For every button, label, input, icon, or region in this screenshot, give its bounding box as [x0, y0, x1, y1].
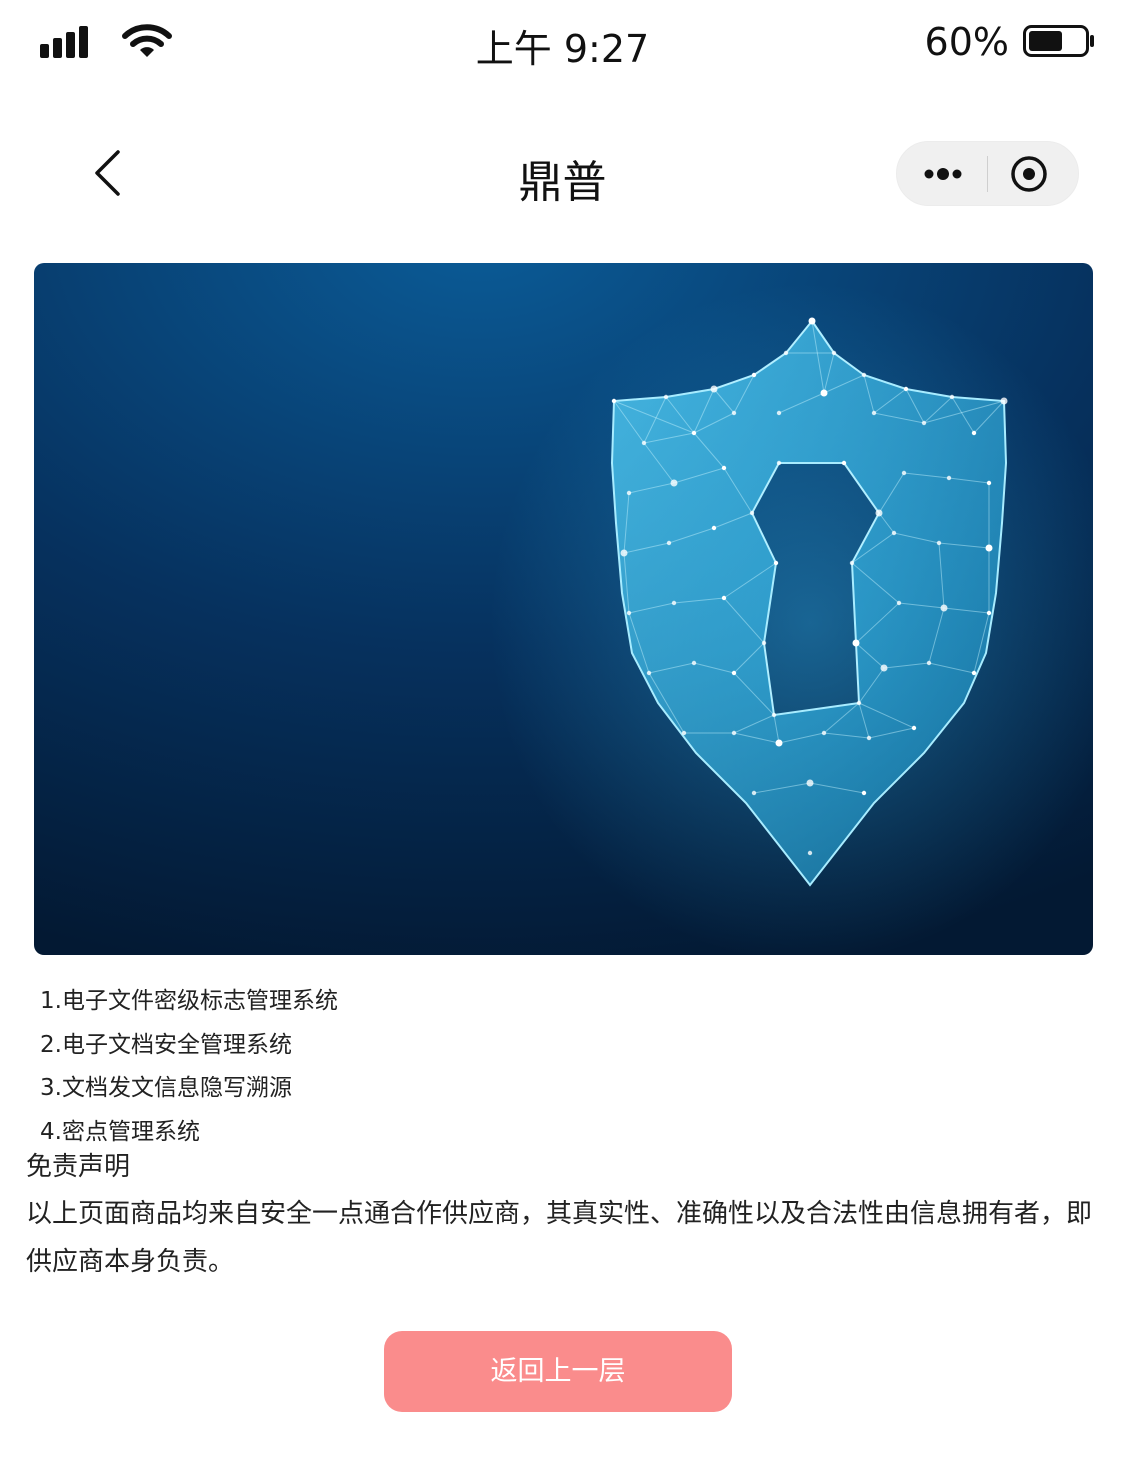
- capsule-divider: [987, 156, 988, 192]
- feature-list: 1.电子文件密级标志管理系统 2.电子文档安全管理系统 3.文档发文信息隐写溯源…: [40, 980, 338, 1154]
- mini-program-capsule: [896, 141, 1079, 206]
- more-dots-icon[interactable]: [915, 142, 971, 205]
- list-item: 3.文档发文信息隐写溯源: [40, 1075, 292, 1101]
- battery-icon: [1023, 25, 1094, 57]
- status-bar: 上午 9:27 60%: [0, 0, 1125, 84]
- disclaimer-title: 免责声明: [26, 1152, 131, 1182]
- disclaimer-text: 以上页面商品均来自安全一点通合作供应商，其真实性、准确性以及合法性由信息拥有者，…: [26, 1199, 1093, 1277]
- battery-percent: 60%: [924, 20, 1009, 64]
- shield-keyhole-illustration: [34, 263, 1093, 955]
- navigation-bar: 鼎普: [0, 130, 1125, 220]
- target-circle-icon[interactable]: [1009, 154, 1049, 194]
- banner-image: [34, 263, 1093, 955]
- list-item: 1.电子文件密级标志管理系统: [40, 988, 338, 1014]
- list-item: 2.电子文档安全管理系统: [40, 1031, 292, 1058]
- back-to-previous-button[interactable]: 返回上一层: [384, 1331, 732, 1412]
